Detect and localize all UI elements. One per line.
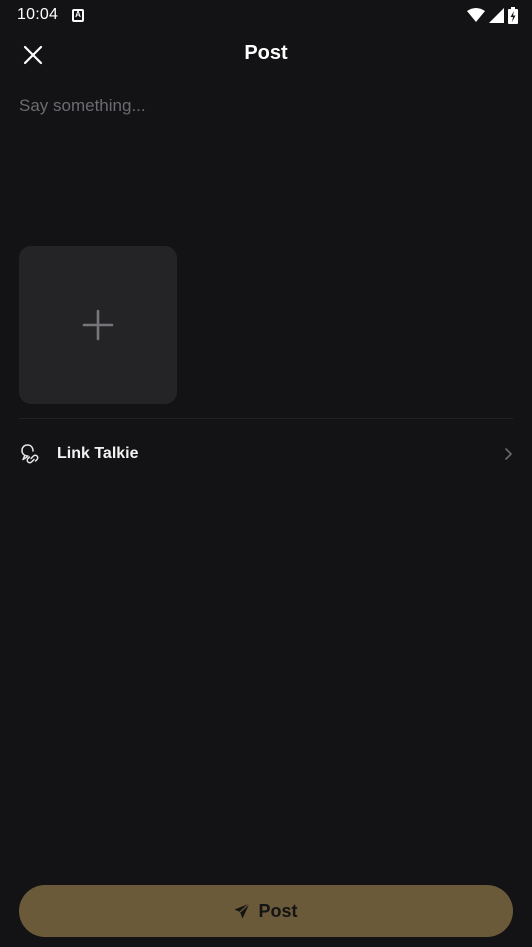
divider (19, 418, 513, 419)
post-button[interactable]: Post (19, 885, 513, 937)
status-bar: 10:04 A (0, 0, 532, 30)
app-notification-letter: A (75, 10, 81, 19)
add-media-button[interactable] (19, 246, 177, 404)
app-notification-icon: A (72, 8, 85, 22)
header: Post (0, 30, 532, 78)
link-talkie-label: Link Talkie (57, 445, 139, 462)
wifi-icon (467, 8, 485, 22)
post-screen: 10:04 A Post Say something... Link Talki… (0, 0, 532, 947)
signal-icon (489, 7, 504, 23)
page-title: Post (244, 42, 288, 64)
status-time: 10:04 (17, 6, 59, 23)
post-text-input[interactable] (19, 96, 513, 226)
send-icon (234, 903, 251, 919)
link-talkie-icon (19, 442, 43, 466)
link-talkie-row[interactable]: Link Talkie (19, 432, 513, 476)
status-icons (467, 6, 518, 24)
chevron-right-icon (503, 447, 513, 461)
post-button-label: Post (258, 900, 298, 921)
plus-icon (82, 309, 114, 341)
battery-charging-icon (508, 6, 518, 24)
